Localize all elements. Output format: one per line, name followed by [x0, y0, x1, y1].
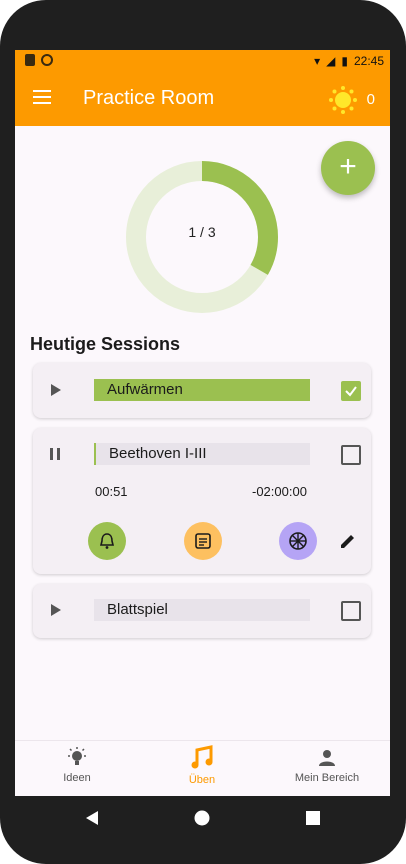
session-card-active[interactable]: Beethoven I-III 00:51 -02:00:00: [33, 428, 371, 574]
nav-label-ueben: Üben: [188, 774, 216, 786]
nav-item-ideen[interactable]: Ideen: [47, 747, 107, 784]
status-bar: ▾ ◢ ▮ 22:45: [15, 50, 390, 72]
pause-icon[interactable]: [50, 448, 60, 460]
music-note-icon: [191, 745, 213, 769]
session-name: Blattspiel: [94, 599, 310, 621]
wheel-icon[interactable]: [279, 522, 317, 560]
nav-item-ueben[interactable]: Üben: [172, 745, 232, 786]
wifi-icon: ▾: [314, 54, 321, 68]
session-checkbox[interactable]: [341, 381, 361, 401]
back-icon[interactable]: [84, 810, 100, 826]
section-title: Heutige Sessions: [30, 334, 181, 354]
app-screen: ▾ ◢ ▮ 22:45 Practice Room 0 + 1 / 3 Heut…: [15, 50, 390, 796]
sun-icon[interactable]: [328, 85, 358, 115]
sim-icon: [25, 54, 35, 66]
sync-icon: [41, 54, 53, 66]
person-icon: [319, 750, 335, 766]
lightbulb-icon: [68, 747, 86, 765]
bell-icon[interactable]: [88, 522, 126, 560]
session-name: Beethoven I-III: [94, 443, 310, 465]
session-card[interactable]: Blattspiel: [33, 584, 371, 638]
session-checkbox[interactable]: [341, 445, 361, 465]
system-nav-bar: [0, 796, 406, 840]
note-icon[interactable]: [184, 522, 222, 560]
session-name: Aufwärmen: [94, 379, 310, 401]
play-icon[interactable]: [51, 384, 61, 396]
app-bar: Practice Room 0: [15, 72, 390, 126]
nav-item-mein-bereich[interactable]: Mein Bereich: [287, 747, 367, 784]
phone-frame: ▾ ◢ ▮ 22:45 Practice Room 0 + 1 / 3 Heut…: [0, 0, 406, 864]
page-title: Practice Room: [83, 87, 215, 109]
battery-icon: ▮: [341, 54, 348, 68]
nav-label-mein-bereich: Mein Bereich: [294, 772, 360, 784]
nav-label-ideen: Ideen: [63, 772, 91, 784]
sun-count: 0: [366, 91, 375, 108]
add-session-button[interactable]: +: [321, 141, 375, 195]
status-time: 22:45: [353, 54, 384, 68]
menu-icon[interactable]: [33, 90, 51, 108]
session-checkbox[interactable]: [341, 601, 361, 621]
bottom-nav: Ideen Üben Mein Bereich: [15, 740, 390, 796]
elapsed-time: 00:51: [95, 484, 128, 499]
progress-label: 1 / 3: [188, 224, 216, 240]
home-icon[interactable]: [194, 810, 210, 826]
signal-icon: ◢: [326, 54, 336, 68]
remaining-time: -02:00:00: [252, 484, 307, 499]
edit-icon[interactable]: [339, 532, 357, 550]
session-card[interactable]: Aufwärmen: [33, 363, 371, 418]
recents-icon[interactable]: [306, 811, 320, 825]
play-icon[interactable]: [51, 604, 61, 616]
